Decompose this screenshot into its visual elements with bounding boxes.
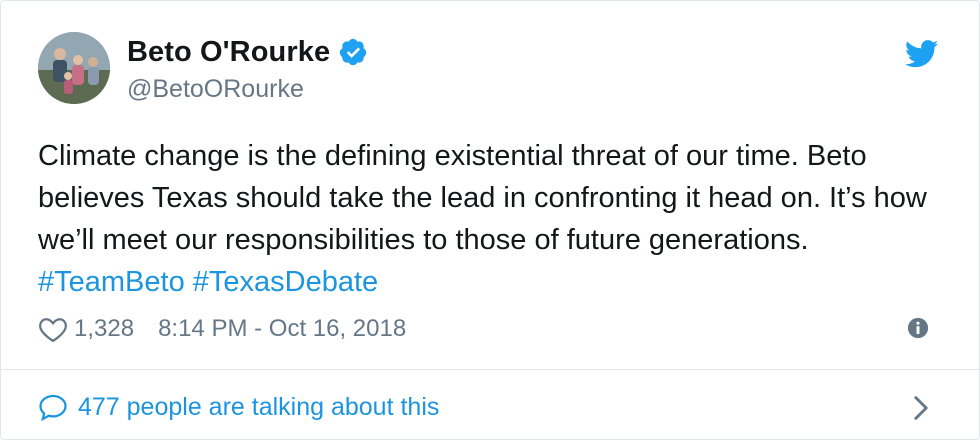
card-divider	[1, 369, 979, 370]
author-name-row: Beto O'Rourke	[127, 34, 368, 70]
author-block: Beto O'Rourke @BetoORourke	[127, 34, 368, 104]
twitter-bird-icon[interactable]	[905, 40, 939, 68]
tweet-meta: 1,328 8:14 PM - Oct 16, 2018	[38, 313, 929, 345]
tweet-embed-card: Beto O'Rourke @BetoORourke Climate chang…	[0, 0, 980, 440]
author-handle[interactable]: @BetoORourke	[127, 75, 368, 104]
tweet-text: Climate change is the defining existenti…	[38, 135, 948, 303]
speech-bubble-icon	[39, 394, 67, 421]
tweet-timestamp[interactable]: 8:14 PM - Oct 16, 2018	[158, 315, 406, 343]
hashtag-link[interactable]: #TeamBeto	[38, 266, 185, 298]
conversation-label[interactable]: 477 people are talking about this	[78, 393, 439, 422]
hashtag-link[interactable]: #TexasDebate	[193, 266, 378, 298]
tweet-header: Beto O'Rourke @BetoORourke	[38, 30, 939, 110]
info-circle-icon[interactable]	[907, 317, 929, 339]
avatar[interactable]	[38, 32, 110, 104]
tweet-body: Climate change is the defining existenti…	[38, 140, 927, 256]
heart-outline-icon[interactable]	[38, 315, 68, 343]
avatar-photo	[38, 32, 110, 104]
chevron-right-icon[interactable]	[913, 395, 929, 421]
conversation-link[interactable]: 477 people are talking about this	[38, 389, 929, 425]
author-display-name[interactable]: Beto O'Rourke	[127, 36, 330, 69]
verified-badge-icon	[340, 38, 367, 66]
like-count[interactable]: 1,328	[74, 315, 134, 343]
